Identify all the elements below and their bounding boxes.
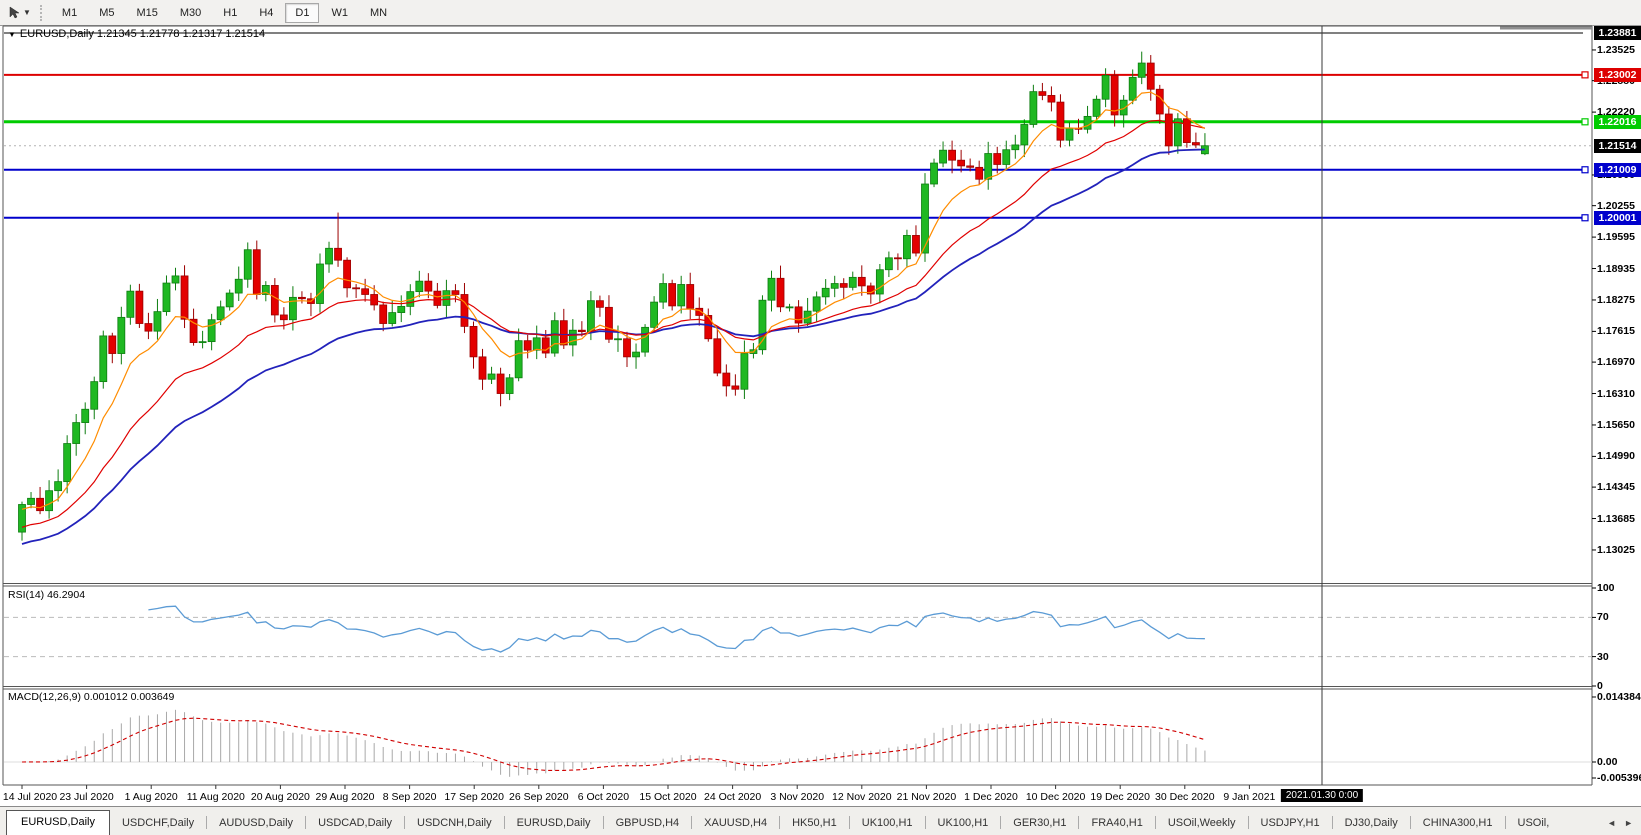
tab-scroll-right-icon[interactable]: ► (1624, 818, 1633, 828)
price-tick: 1.23525 (1597, 44, 1641, 56)
indicator-tick: -0.005396 (1597, 772, 1641, 784)
indicator-tick: 0.014384 (1597, 691, 1641, 703)
tab-gbpusd-h4[interactable]: GBPUSD,H4 (604, 812, 692, 835)
date-label: 21 Nov 2020 (897, 791, 957, 803)
tab-usoil-[interactable]: USOil, (1506, 812, 1562, 835)
tab-uk100-h1[interactable]: UK100,H1 (850, 812, 925, 835)
indicator-tick: 70 (1597, 611, 1609, 623)
price-tick: 1.18935 (1597, 263, 1641, 275)
chart-canvas[interactable] (0, 0, 1641, 835)
tab-uk100-h1[interactable]: UK100,H1 (926, 812, 1001, 835)
date-label: 29 Aug 2020 (316, 791, 375, 803)
collapse-triangle-icon[interactable]: ▼ (8, 30, 16, 39)
price-tick: 1.17615 (1597, 325, 1641, 337)
price-badge: 1.20001 (1594, 211, 1641, 225)
timeframe-button-h1[interactable]: H1 (213, 3, 247, 23)
date-label: 26 Sep 2020 (509, 791, 569, 803)
price-tick: 1.18275 (1597, 294, 1641, 306)
tab-fra40-h1[interactable]: FRA40,H1 (1079, 812, 1154, 835)
timeframe-button-m5[interactable]: M5 (89, 3, 124, 23)
date-label: 14 Jul 2020 (3, 791, 57, 803)
date-label: 10 Dec 2020 (1026, 791, 1086, 803)
price-tick: 1.16970 (1597, 356, 1641, 368)
price-tick: 1.16310 (1597, 388, 1641, 400)
mt4-window: ▼ M1M5M15M30H1H4D1W1MN ▼ EURUSD,Daily 1.2… (0, 0, 1641, 835)
indicator-tick: 100 (1597, 582, 1615, 594)
price-badge: 1.23881 (1594, 26, 1641, 40)
tab-eurusd-daily[interactable]: EURUSD,Daily (505, 812, 603, 835)
tab-dj30-daily[interactable]: DJ30,Daily (1333, 812, 1410, 835)
indicator-tick: 30 (1597, 651, 1609, 663)
tab-ger30-h1[interactable]: GER30,H1 (1001, 812, 1078, 835)
chart-title-text: EURUSD,Daily 1.21345 1.21778 1.21317 1.2… (20, 28, 265, 40)
price-tick: 1.13025 (1597, 544, 1641, 556)
timeframe-button-m30[interactable]: M30 (170, 3, 211, 23)
date-label: 9 Jan 2021 (1223, 791, 1275, 803)
timeframe-button-h4[interactable]: H4 (249, 3, 283, 23)
toolbar-grip[interactable] (40, 5, 45, 21)
timeframe-button-m1[interactable]: M1 (52, 3, 87, 23)
date-label: 3 Nov 2020 (770, 791, 824, 803)
price-tick: 1.14345 (1597, 481, 1641, 493)
tab-hk50-h1[interactable]: HK50,H1 (780, 812, 849, 835)
macd-label: MACD(12,26,9) 0.001012 0.003649 (8, 691, 174, 703)
tab-scroll-left-icon[interactable]: ◄ (1607, 818, 1616, 828)
timeframe-button-m15[interactable]: M15 (126, 3, 167, 23)
tab-eurusd-daily[interactable]: EURUSD,Daily (6, 810, 110, 835)
rsi-label: RSI(14) 46.2904 (8, 589, 85, 601)
date-label: 24 Oct 2020 (704, 791, 761, 803)
cursor-tool-icon (7, 6, 21, 20)
tab-usoil-weekly[interactable]: USOil,Weekly (1156, 812, 1248, 835)
tab-audusd-daily[interactable]: AUDUSD,Daily (207, 812, 305, 835)
price-badge: 1.22016 (1594, 115, 1641, 129)
price-badge: 1.21514 (1594, 139, 1641, 153)
price-badge: 1.23002 (1594, 68, 1641, 82)
chart-title: ▼ EURUSD,Daily 1.21345 1.21778 1.21317 1.… (8, 28, 265, 40)
date-label: 6 Oct 2020 (578, 791, 629, 803)
date-label: 11 Aug 2020 (187, 791, 245, 803)
tab-usdjpy-h1[interactable]: USDJPY,H1 (1249, 812, 1332, 835)
indicator-tick: 0.00 (1597, 756, 1617, 768)
date-label: 15 Oct 2020 (639, 791, 696, 803)
timeframe-button-mn[interactable]: MN (360, 3, 397, 23)
price-tick: 1.19595 (1597, 231, 1641, 243)
date-label: 20 Aug 2020 (251, 791, 310, 803)
timeframe-toolbar: ▼ M1M5M15M30H1H4D1W1MN (0, 0, 1641, 26)
date-label: 23 Jul 2020 (59, 791, 113, 803)
tab-china300-h1[interactable]: CHINA300,H1 (1411, 812, 1505, 835)
date-label: 12 Nov 2020 (832, 791, 892, 803)
date-label: 30 Dec 2020 (1155, 791, 1215, 803)
chart-tab-bar: EURUSD,DailyUSDCHF,DailyAUDUSD,DailyUSDC… (0, 806, 1641, 835)
cursor-tool-button[interactable]: ▼ (4, 4, 34, 22)
date-label: 17 Sep 2020 (444, 791, 504, 803)
date-label: 1 Aug 2020 (125, 791, 178, 803)
tab-xauusd-h4[interactable]: XAUUSD,H4 (692, 812, 779, 835)
tool-dropdown-caret[interactable]: ▼ (23, 8, 31, 17)
cursor-date-badge: 2021.01.30 0:00 (1281, 789, 1363, 802)
date-label: 19 Dec 2020 (1090, 791, 1150, 803)
timeframe-button-d1[interactable]: D1 (285, 3, 319, 23)
timeframe-button-w1[interactable]: W1 (321, 3, 358, 23)
price-tick: 1.13685 (1597, 513, 1641, 525)
price-tick: 1.14990 (1597, 450, 1641, 462)
tab-usdcnh-daily[interactable]: USDCNH,Daily (405, 812, 504, 835)
price-tick: 1.15650 (1597, 419, 1641, 431)
date-label: 1 Dec 2020 (964, 791, 1018, 803)
tab-usdchf-daily[interactable]: USDCHF,Daily (110, 812, 206, 835)
tab-usdcad-daily[interactable]: USDCAD,Daily (306, 812, 404, 835)
price-badge: 1.21009 (1594, 163, 1641, 177)
date-label: 8 Sep 2020 (383, 791, 437, 803)
